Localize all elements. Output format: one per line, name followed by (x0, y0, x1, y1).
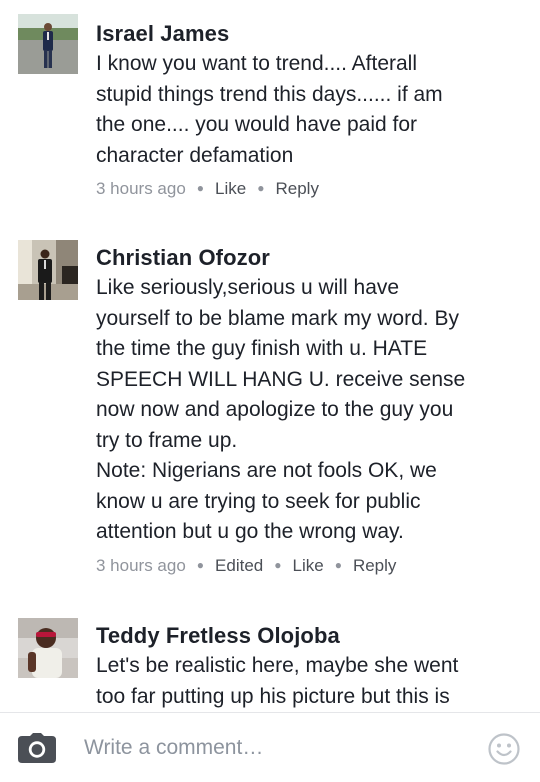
reply-link[interactable]: Reply (275, 179, 318, 198)
comment-meta: 3 hours ago ● Like ● Reply (96, 177, 526, 202)
like-link[interactable]: Like (293, 556, 324, 575)
comment-text: Like seriously,serious u will have yours… (96, 276, 466, 543)
separator-dot: ● (257, 181, 265, 195)
comment-author[interactable]: Teddy Fretless Olojoba (96, 621, 526, 651)
avatar[interactable] (18, 618, 78, 678)
avatar[interactable] (18, 14, 78, 74)
comment-meta: 3 hours ago ● Edited ● Like ● Reply (96, 554, 526, 579)
comment-list: Israel James I know you want to trend...… (0, 0, 540, 712)
comment-author[interactable]: Christian Ofozor (96, 243, 526, 273)
separator-dot: ● (196, 181, 205, 195)
comment-timestamp[interactable]: 3 hours ago (96, 556, 186, 575)
separator-dot: ● (196, 557, 205, 572)
avatar[interactable] (18, 240, 78, 300)
smiley-icon[interactable] (488, 733, 520, 765)
reply-link[interactable]: Reply (353, 556, 396, 575)
comment-author[interactable]: Israel James (96, 19, 526, 49)
camera-icon[interactable] (18, 733, 56, 763)
comment-composer (0, 712, 540, 782)
edited-link[interactable]: Edited (215, 556, 263, 575)
comment-text: Let's be realistic here, maybe she went … (96, 654, 459, 708)
separator-dot: ● (334, 557, 342, 572)
comment-input[interactable] (84, 733, 464, 763)
separator-dot: ● (274, 557, 282, 572)
comment-text: I know you want to trend.... Afterall st… (96, 52, 443, 167)
comment-timestamp[interactable]: 3 hours ago (96, 179, 186, 198)
like-link[interactable]: Like (215, 179, 246, 198)
